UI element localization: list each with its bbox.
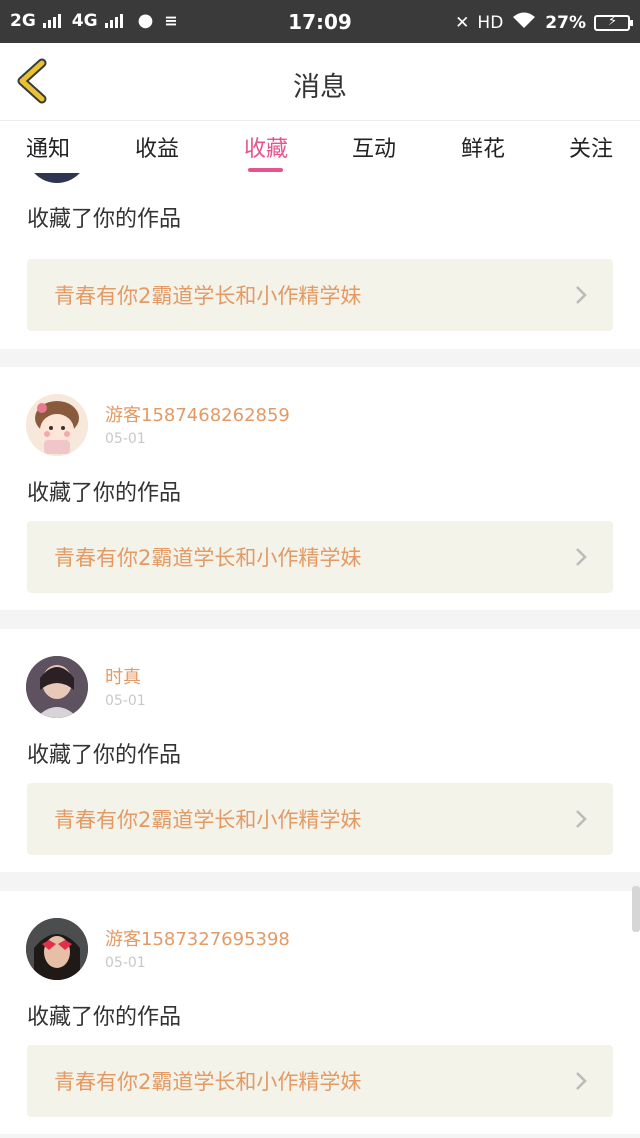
user-avatar[interactable]: [26, 918, 88, 980]
work-link[interactable]: 青春有你2霸道学长和小作精学妹: [27, 521, 613, 593]
work-title: 青春有你2霸道学长和小作精学妹: [54, 284, 362, 308]
username[interactable]: 游客1587327695398: [105, 925, 290, 951]
tab-earnings[interactable]: 收益: [107, 131, 207, 163]
chevron-right-icon: [576, 810, 587, 828]
photo-avatar-icon: [26, 918, 88, 980]
message-action-text: 收藏了你的作品: [27, 207, 182, 232]
user-avatar[interactable]: [26, 173, 88, 183]
user-avatar[interactable]: [26, 656, 88, 718]
hd-label: HD: [477, 12, 504, 33]
work-link[interactable]: 青春有你2霸道学长和小作精学妹: [27, 1045, 613, 1117]
page-title: 消息: [293, 72, 347, 103]
battery-percent: 27%: [545, 12, 586, 33]
work-title: 青春有你2霸道学长和小作精学妹: [54, 546, 362, 570]
work-link[interactable]: 青春有你2霸道学长和小作精学妹: [27, 783, 613, 855]
chevron-right-icon: [576, 286, 587, 304]
battery-icon: ⚡: [594, 14, 633, 31]
message-card: 游客1587327695398 05-01 收藏了你的作品 青春有你2霸道学长和…: [0, 891, 640, 1134]
message-card: 05-01 收藏了你的作品 青春有你2霸道学长和小作精学妹: [0, 173, 640, 349]
user-avatar[interactable]: [26, 394, 88, 456]
tab-favorites[interactable]: 收藏: [216, 131, 316, 163]
scrollbar[interactable]: [632, 886, 640, 932]
tab-bar: 通知 收益 收藏 互动 鲜花 关注: [0, 121, 640, 173]
chevron-right-icon: [576, 1072, 587, 1090]
message-list[interactable]: 05-01 收藏了你的作品 青春有你2霸道学长和小作精学妹 游客15874682…: [0, 173, 640, 1138]
username[interactable]: 游客1587468262859: [105, 401, 290, 427]
tab-follow[interactable]: 关注: [541, 131, 640, 163]
message-date: 05-01: [105, 173, 146, 177]
message-action-text: 收藏了你的作品: [27, 481, 182, 506]
cartoon-girl-avatar-icon: [26, 394, 88, 456]
chevron-right-icon: [576, 548, 587, 566]
message-card: 游客1587468262859 05-01 收藏了你的作品 青春有你2霸道学长和…: [0, 367, 640, 610]
tab-flowers[interactable]: 鲜花: [433, 131, 533, 163]
active-tab-indicator: [248, 168, 283, 172]
tab-interaction[interactable]: 互动: [324, 131, 424, 163]
message-action-text: 收藏了你的作品: [27, 743, 182, 768]
photo-avatar-icon: [26, 656, 88, 718]
work-title: 青春有你2霸道学长和小作精学妹: [54, 808, 362, 832]
status-right: ✕ HD 27% ⚡: [455, 10, 633, 35]
message-date: 05-01: [105, 431, 146, 447]
message-action-text: 收藏了你的作品: [27, 1005, 182, 1030]
message-card: 时真 05-01 收藏了你的作品 青春有你2霸道学长和小作精学妹: [0, 629, 640, 872]
message-date: 05-01: [105, 955, 146, 971]
work-title: 青春有你2霸道学长和小作精学妹: [54, 1070, 362, 1094]
mute-icon: ✕: [455, 12, 470, 33]
tab-notice[interactable]: 通知: [0, 131, 98, 163]
message-date: 05-01: [105, 693, 146, 709]
work-link[interactable]: 青春有你2霸道学长和小作精学妹: [27, 259, 613, 331]
username[interactable]: 时真: [105, 663, 141, 689]
wifi-icon: [511, 10, 537, 35]
header: 消息: [0, 43, 640, 121]
status-bar: 2G 4G ● ≡ 17:09 ✕ HD 27% ⚡: [0, 0, 640, 43]
